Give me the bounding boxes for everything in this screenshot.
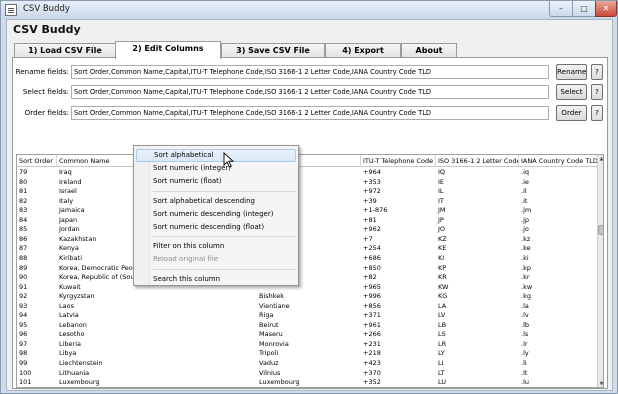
close-button[interactable]: ✕ <box>595 1 617 17</box>
scroll-down-icon[interactable]: ▼ <box>598 380 603 387</box>
context-menu-item[interactable]: Search this column <box>136 273 296 286</box>
tab-about[interactable]: About <box>401 43 457 58</box>
column-header-tld[interactable]: IANA Country Code TLD <box>519 155 597 167</box>
order-label: Order fields: <box>24 108 69 117</box>
tab-load-csv[interactable]: 1) Load CSV File <box>14 43 116 58</box>
tld-cell[interactable]: .lu <box>519 377 597 387</box>
vertical-scrollbar[interactable]: ▲ ▼ <box>597 155 603 387</box>
grid-body: 79 Iraq +964 IQ .iq 80 Ireland +353 IE .ie 81 Israe… <box>17 167 597 387</box>
column-header-iso-code[interactable]: ISO 3166-1 2 Letter Code <box>436 155 519 167</box>
context-menu-item[interactable]: Sort numeric descending (integer) <box>136 208 296 221</box>
minimize-button[interactable]: – <box>549 1 573 17</box>
app-icon <box>5 4 17 16</box>
telephone-code-cell[interactable]: +352 <box>361 377 436 387</box>
title-bar[interactable]: CSV Buddy – □ ✕ <box>1 1 617 19</box>
context-menu-separator <box>153 268 296 270</box>
column-header-telephone-code[interactable]: ITU-T Telephone Code <box>361 155 436 167</box>
order-button[interactable]: Order <box>556 105 587 121</box>
rename-input[interactable]: Sort Order,Common Name,Capital,ITU-T Tel… <box>71 65 549 79</box>
column-context-menu: Sort alphabetical Sort numeric (integer) S… <box>133 145 299 286</box>
context-menu-item: Reload original file <box>153 255 219 264</box>
context-menu-item[interactable]: Sort alphabetical descending <box>136 195 296 208</box>
iso-code-cell[interactable]: LU <box>436 377 519 387</box>
context-menu-item[interactable]: Sort numeric descending (float) <box>136 221 296 234</box>
table-row[interactable]: 101 Luxembourg Luxembourg +352 LU .lu <box>17 377 597 387</box>
data-grid[interactable]: Sort Order Common Name Capital ITU-T Tel… <box>16 154 604 388</box>
scroll-up-icon[interactable]: ▲ <box>598 155 603 163</box>
tab-export[interactable]: 4) Export <box>325 43 401 58</box>
rename-button[interactable]: Rename <box>556 64 587 80</box>
select-button[interactable]: Select <box>556 84 587 100</box>
column-header-sort-order[interactable]: Sort Order <box>17 155 57 167</box>
window-title: CSV Buddy <box>23 4 70 14</box>
select-help-button[interactable]: ? <box>591 84 603 100</box>
order-input[interactable]: Sort Order,Common Name,Capital,ITU-T Tel… <box>71 106 549 120</box>
tab-save-csv[interactable]: 3) Save CSV File <box>221 43 325 58</box>
common-name-cell[interactable]: Luxembourg <box>57 377 257 387</box>
select-input[interactable]: Sort Order,Common Name,Capital,ITU-T Tel… <box>71 85 549 99</box>
sort-order-cell[interactable]: 101 <box>17 377 57 387</box>
tab-edit-columns[interactable]: 2) Edit Columns <box>115 41 221 59</box>
mouse-pointer-icon <box>223 152 235 168</box>
maximize-button[interactable]: □ <box>572 1 596 17</box>
context-menu-item[interactable]: Sort numeric (integer) <box>136 162 296 175</box>
order-help-button[interactable]: ? <box>591 105 603 121</box>
scroll-thumb[interactable] <box>598 225 603 236</box>
context-menu-item[interactable]: Sort alphabetical <box>136 149 296 162</box>
select-row: Select fields: Sort Order,Common Name,Ca… <box>13 84 609 100</box>
rename-row: Rename fields: Sort Order,Common Name,Ca… <box>13 64 609 80</box>
order-row: Order fields: Sort Order,Common Name,Cap… <box>13 105 609 121</box>
app-heading: CSV Buddy <box>13 23 81 36</box>
edit-columns-panel: Rename fields: Sort Order,Common Name,Ca… <box>12 57 608 389</box>
context-menu-separator <box>153 190 296 192</box>
client-area: CSV Buddy 1) Load CSV File 2) Edit Colum… <box>6 19 613 391</box>
grid-header: Sort Order Common Name Capital ITU-T Tel… <box>17 155 597 167</box>
context-menu-separator <box>153 236 296 238</box>
context-menu-item[interactable]: Filter on this column <box>136 240 296 253</box>
capital-cell[interactable]: Luxembourg <box>257 377 361 387</box>
app-window: CSV Buddy – □ ✕ CSV Buddy 1) Load CSV Fi… <box>0 0 618 394</box>
rename-label: Rename fields: <box>15 67 69 76</box>
select-label: Select fields: <box>22 87 69 96</box>
rename-help-button[interactable]: ? <box>591 64 603 80</box>
context-menu-item[interactable]: Sort numeric (float) <box>136 175 296 188</box>
